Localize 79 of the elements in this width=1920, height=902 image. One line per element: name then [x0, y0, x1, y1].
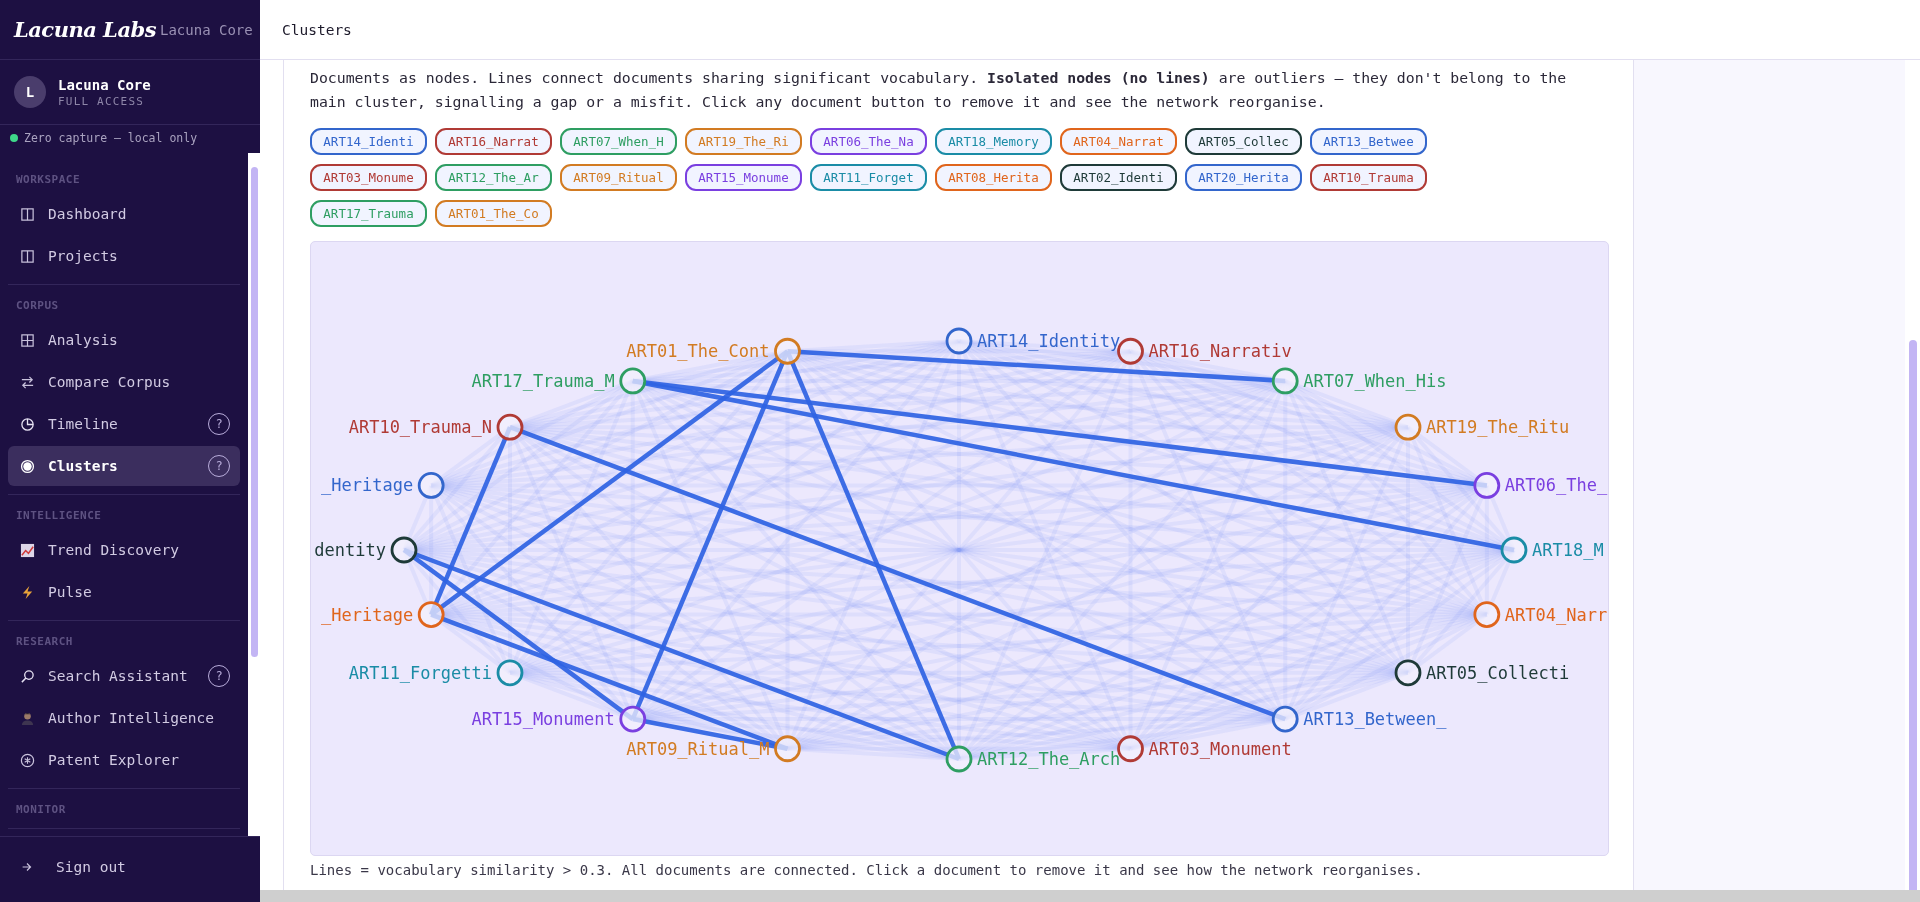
node-label: ART19_The_Ritu [1426, 417, 1570, 438]
node-label: ART12_The_Arch [977, 749, 1121, 769]
privacy-note: Zero capture — local only [24, 131, 198, 145]
document-button[interactable]: ART20_Herita [1185, 164, 1302, 191]
document-button[interactable]: ART07_When_H [560, 128, 677, 155]
document-button[interactable]: ART16_Narrat [435, 128, 552, 155]
node-label: ART14_Identity [977, 331, 1121, 351]
node-label: ART13_Between_ [1303, 709, 1447, 730]
scrollbar[interactable] [248, 153, 260, 836]
sign-out-link[interactable]: Sign out [20, 859, 240, 875]
clock-icon [20, 416, 35, 432]
avatar: L [14, 76, 46, 108]
document-button[interactable]: ART13_Betwee [1310, 128, 1427, 155]
document-button[interactable]: ART15_Monume [685, 164, 802, 191]
section-heading: WORKSPACE [15, 173, 82, 188]
document-button[interactable]: ART06_The_Na [810, 128, 927, 155]
document-button[interactable]: ART11_Forget [810, 164, 927, 191]
node-label: ART15_Monument [471, 709, 615, 730]
nav-item[interactable]: Timeline ? [8, 404, 240, 444]
node-label: ART06_The_ [1504, 475, 1608, 496]
document-button[interactable]: ART12_The_Ar [435, 164, 552, 191]
search-icon [20, 668, 35, 684]
intro-paragraph: Documents as nodes. Lines connect documents sharing significant vocabulary. Isolated nodes (no lines) are outliers — they don't belong to the main cluster, signalling a gap or a misfit. Click any document button to remove it and see the network reorganise. [310, 68, 1568, 112]
status-dot-icon [10, 134, 18, 142]
swap-arrows-icon [20, 374, 35, 390]
document-button[interactable]: ART09_Ritual [560, 164, 677, 191]
document-button[interactable]: ART04_Narrat [1060, 128, 1177, 155]
target-icon [20, 458, 35, 474]
nav-item[interactable]: Compare Corpus [8, 362, 240, 402]
document-button[interactable]: ART03_Monume [310, 164, 427, 191]
columns-icon [20, 248, 35, 264]
asterisk-circle-icon [20, 752, 35, 768]
nav-item[interactable]: Clusters ? [8, 446, 240, 486]
nav-item[interactable]: Patent Explorer [8, 740, 240, 780]
nav-item[interactable]: Pulse [8, 572, 240, 612]
document-button[interactable]: ART14_Identi [310, 128, 427, 155]
nav-item[interactable]: Search Assistant ? [8, 656, 240, 696]
node-label: ART01_The_Cont [626, 341, 770, 362]
node-label: ART11_Forgetti [348, 662, 492, 683]
node-label: ART10_Trauma_N [348, 417, 492, 438]
document-button[interactable]: ART17_Trauma [310, 200, 427, 227]
nav-item[interactable]: Dashboard [8, 194, 240, 234]
section-heading: RESEARCH [15, 635, 74, 650]
node-label: ART03_Monument [1148, 738, 1292, 759]
user-role: FULL ACCESS [58, 94, 146, 108]
node-label: ART16_Narrativ [1148, 341, 1292, 362]
graph-caption: Lines = vocabulary similarity > 0.3. All documents are connected. Click a document to remove it and see how the network reorganises. [310, 862, 1424, 878]
nav-item[interactable]: Author Intelligence [8, 698, 240, 738]
node-label: ART09_Ritual_M [626, 738, 770, 759]
grid-icon [20, 332, 35, 348]
node-label: dentity [314, 540, 386, 560]
node-label: _Heritage [321, 475, 414, 496]
columns-icon [20, 206, 35, 222]
logo: Lacuna Labs [14, 17, 156, 42]
node-label: ART07_When_His [1303, 370, 1447, 391]
section-heading: CORPUS [15, 299, 60, 314]
node-label: ART04_Narr [1504, 604, 1608, 625]
document-button[interactable]: ART10_Trauma [1310, 164, 1427, 191]
nav-item[interactable]: Analysis [8, 320, 240, 360]
node-label: ART17_Trauma_M [471, 370, 615, 391]
document-button[interactable]: ART18_Memory [935, 128, 1052, 155]
product-name: Lacuna Core [160, 21, 253, 38]
document-button[interactable]: ART08_Herita [935, 164, 1052, 191]
section-heading: MONITOR [15, 803, 67, 818]
person-icon [20, 710, 35, 726]
node-label: ART05_Collecti [1426, 662, 1570, 683]
user-name: Lacuna Core [58, 76, 151, 93]
node-label: _Heritage [321, 604, 414, 625]
document-button[interactable]: ART02_Identi [1060, 164, 1177, 191]
section-heading: INTELLIGENCE [15, 509, 103, 524]
node-label: ART18_M [1532, 540, 1604, 560]
nav-item[interactable]: Projects [8, 236, 240, 276]
chart-icon [20, 542, 35, 558]
document-button[interactable]: ART19_The_Ri [685, 128, 802, 155]
document-button[interactable]: ART05_Collec [1185, 128, 1302, 155]
page-title: Clusters [282, 21, 352, 38]
document-button[interactable]: ART01_The_Co [435, 200, 552, 227]
nav-item[interactable]: Trend Discovery [8, 530, 240, 570]
arrow-right-icon [20, 860, 34, 874]
